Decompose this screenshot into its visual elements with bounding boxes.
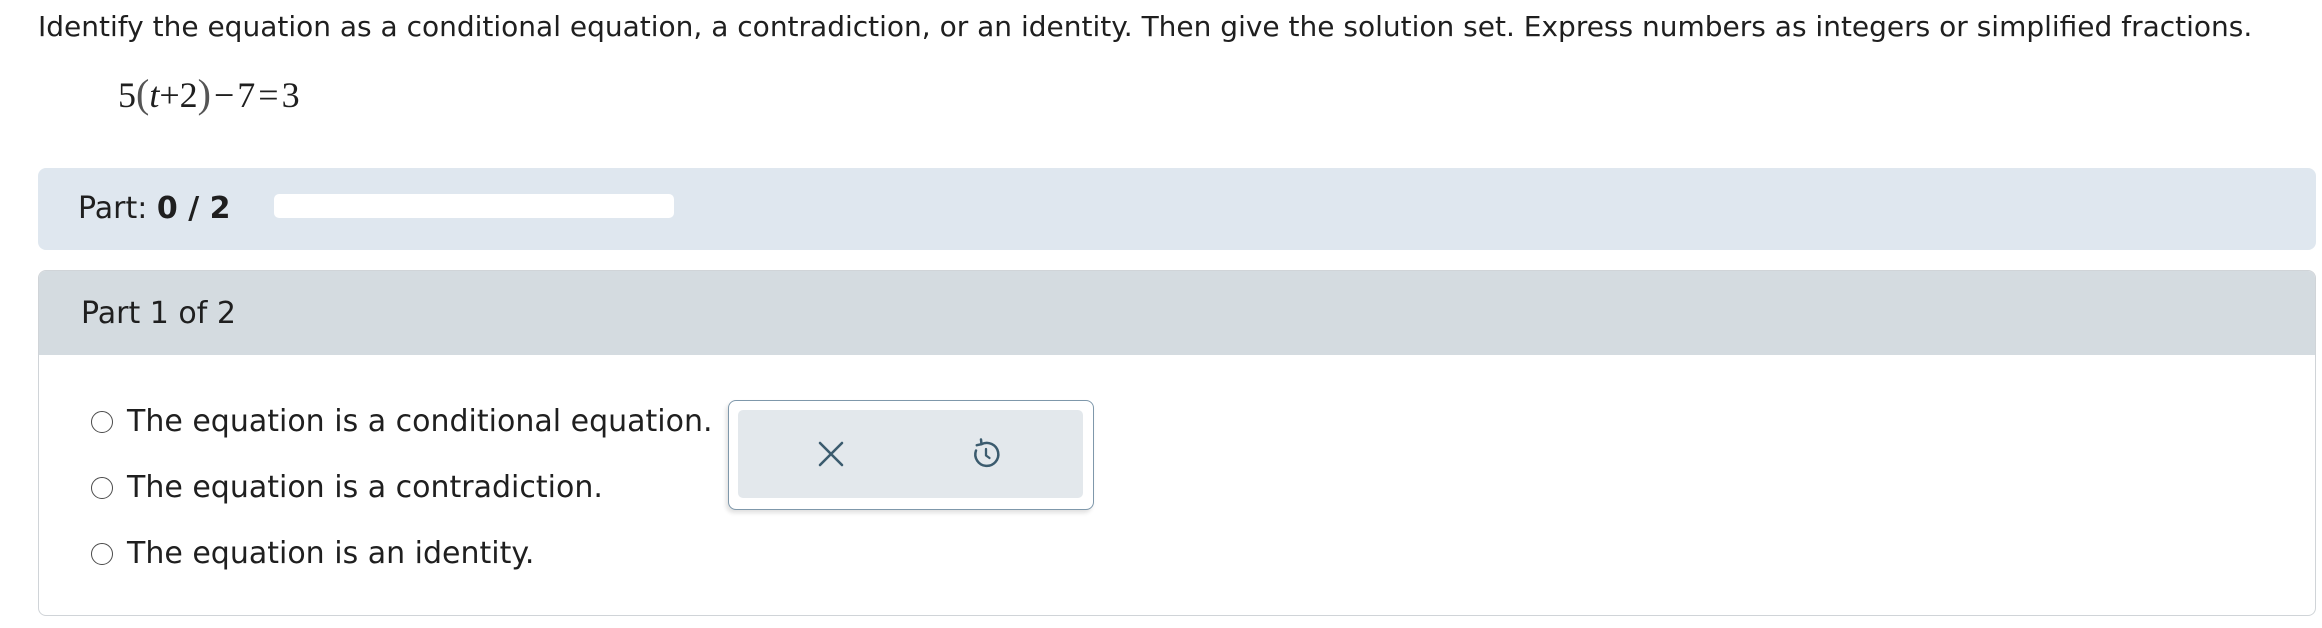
option-contradiction[interactable]: The equation is a contradiction. xyxy=(91,468,603,508)
equation: 5(t+2)−7=3 xyxy=(118,70,300,119)
part-progress-bar: Part: 0 / 2 xyxy=(38,168,2316,250)
equation-equals: = xyxy=(258,75,279,115)
option-conditional-equation[interactable]: The equation is a conditional equation. xyxy=(91,402,713,442)
option-label: The equation is a contradiction. xyxy=(127,470,603,505)
equation-close-paren: ) xyxy=(197,71,211,116)
option-label: The equation is a conditional equation. xyxy=(127,404,713,439)
undo-button[interactable] xyxy=(961,429,1011,479)
part-progress-count: 0 / 2 xyxy=(156,191,231,226)
progress-track xyxy=(274,194,674,218)
part-header: Part 1 of 2 xyxy=(39,271,2315,355)
answer-tools-panel xyxy=(738,410,1083,498)
radio-button[interactable] xyxy=(91,543,113,565)
part-header-title: Part 1 of 2 xyxy=(81,296,236,331)
part-progress-label: Part: 0 / 2 xyxy=(78,190,230,228)
question-instructions: Identify the equation as a conditional e… xyxy=(38,10,2253,43)
radio-button[interactable] xyxy=(91,411,113,433)
option-identity[interactable]: The equation is an identity. xyxy=(91,534,534,574)
clear-button[interactable] xyxy=(806,429,856,479)
close-icon xyxy=(818,441,844,467)
answer-tools xyxy=(728,400,1094,510)
equation-plus: + xyxy=(159,75,180,115)
equation-minus: − xyxy=(213,75,235,115)
part-progress-prefix: Part: xyxy=(78,191,148,226)
part-card: Part 1 of 2 The equation is a conditiona… xyxy=(38,270,2316,616)
equation-subtrahend: 7 xyxy=(237,75,256,115)
undo-icon xyxy=(974,438,1000,468)
radio-button[interactable] xyxy=(91,477,113,499)
equation-open-paren: ( xyxy=(136,71,150,116)
option-label: The equation is an identity. xyxy=(127,536,535,571)
equation-variable: t xyxy=(149,75,160,115)
equation-rhs: 3 xyxy=(281,75,300,115)
equation-coefficient: 5 xyxy=(118,75,136,115)
equation-inner-constant: 2 xyxy=(179,75,198,115)
